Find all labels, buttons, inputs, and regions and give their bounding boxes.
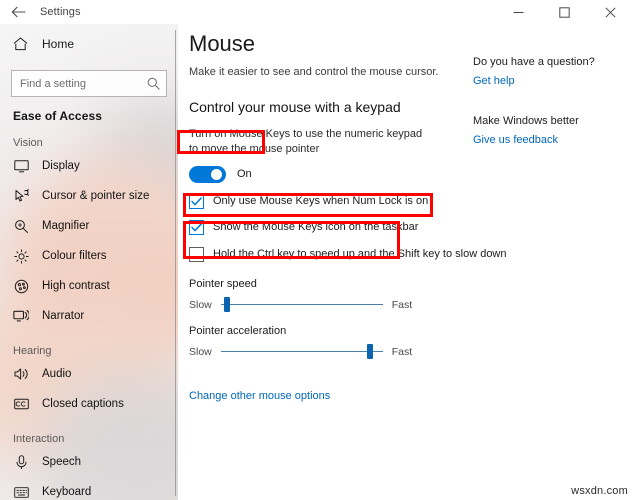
sidebar-item-speech[interactable]: Speech xyxy=(0,447,178,477)
closed-captions-icon xyxy=(13,396,29,412)
sidebar-group-title-vision: Vision xyxy=(13,137,43,149)
search-box[interactable] xyxy=(11,70,167,97)
page-title: Mouse xyxy=(189,31,256,56)
section-description: Turn on Mouse Keys to use the numeric ke… xyxy=(189,128,423,156)
title-bar: Settings xyxy=(0,0,633,24)
checkbox-label: Hold the Ctrl key to speed up and the Sh… xyxy=(213,248,507,261)
cursor-pointer-icon xyxy=(13,188,29,204)
checkbox-row-taskbar-icon[interactable]: Show the Mouse Keys icon on the taskbar xyxy=(189,219,469,235)
window-content: Home Ease of Access xyxy=(0,24,633,500)
display-icon xyxy=(13,158,29,174)
sidebar-home-label: Home xyxy=(42,37,75,51)
main-pane: Mouse Make it easier to see and control … xyxy=(178,24,633,500)
sidebar-category-title: Ease of Access xyxy=(13,109,103,123)
minimize-icon[interactable] xyxy=(495,0,541,24)
section-heading: Control your mouse with a keypad xyxy=(189,99,401,116)
window-controls xyxy=(495,0,633,24)
speech-icon xyxy=(13,454,29,470)
back-arrow-icon[interactable] xyxy=(10,4,26,20)
search-input[interactable] xyxy=(20,77,147,90)
settings-window: Settings Home Find a setting Ease of Acc… xyxy=(0,0,633,500)
title-bar-drag-region[interactable] xyxy=(188,0,495,24)
sidebar-item-label: Closed captions xyxy=(42,398,124,410)
sidebar-item-label: Keyboard xyxy=(42,486,92,498)
give-us-feedback-link[interactable]: Give us feedback xyxy=(473,134,558,146)
sidebar-item-label: Speech xyxy=(42,456,82,468)
toggle-knob xyxy=(211,168,222,180)
pointer-speed-title: Pointer speed xyxy=(189,277,257,290)
get-help-link[interactable]: Get help xyxy=(473,75,515,87)
search-container xyxy=(0,58,178,97)
sidebar-item-audio[interactable]: Audio xyxy=(0,359,178,389)
help-group: Do you have a question? Get help xyxy=(473,56,633,89)
sidebar-group-title-interaction: Interaction xyxy=(13,433,65,445)
checkbox-ctrl-shift[interactable] xyxy=(189,246,204,262)
pointer-speed-slider[interactable] xyxy=(220,297,383,313)
checkbox-row-num-lock[interactable]: Only use Mouse Keys when Num Lock is on xyxy=(189,193,469,209)
audio-icon xyxy=(13,366,29,382)
slider-thumb[interactable] xyxy=(224,297,231,313)
pointer-acceleration-row: Slow Fast xyxy=(189,344,469,360)
sidebar-item-label: High contrast xyxy=(42,280,110,292)
sidebar-item-home[interactable]: Home xyxy=(0,30,178,58)
title-bar-left: Settings xyxy=(0,0,188,24)
sidebar: Home Ease of Access xyxy=(0,24,178,500)
sidebar-item-display[interactable]: Display xyxy=(0,151,178,181)
keyboard-icon xyxy=(13,484,29,500)
pointer-acceleration-block: Pointer acceleration Slow Fast xyxy=(189,325,469,360)
pointer-speed-row: Slow Fast xyxy=(189,297,469,313)
mouse-keys-toggle-row: On xyxy=(189,165,469,183)
sidebar-item-label: Audio xyxy=(42,368,72,380)
sidebar-item-high-contrast[interactable]: High contrast xyxy=(0,271,178,301)
main-content-column: Mouse Make it easier to see and control … xyxy=(178,24,507,500)
change-other-mouse-options-link[interactable]: Change other mouse options xyxy=(189,390,330,402)
feedback-group: Make Windows better Give us feedback xyxy=(473,115,633,148)
colour-filters-icon xyxy=(13,248,29,264)
checkbox-num-lock[interactable] xyxy=(189,193,204,209)
sidebar-item-colour-filters[interactable]: Colour filters xyxy=(0,241,178,271)
checkbox-label: Only use Mouse Keys when Num Lock is on xyxy=(213,195,429,208)
slider-track xyxy=(220,304,383,306)
sidebar-item-label: Cursor & pointer size xyxy=(42,190,150,202)
sidebar-item-keyboard[interactable]: Keyboard xyxy=(0,477,178,500)
sidebar-scrollbar[interactable] xyxy=(175,30,176,496)
pointer-acceleration-min-label: Slow xyxy=(189,345,212,358)
pointer-speed-max-label: Fast xyxy=(391,298,413,311)
checkbox-taskbar-icon[interactable] xyxy=(189,219,204,235)
watermark: wsxdn.com xyxy=(571,485,628,497)
app-title: Settings xyxy=(40,6,81,18)
mouse-keys-toggle-label: On xyxy=(237,168,252,181)
sidebar-item-label: Display xyxy=(42,160,80,172)
pointer-acceleration-title: Pointer acceleration xyxy=(189,324,287,337)
close-icon[interactable] xyxy=(587,0,633,24)
sidebar-item-label: Magnifier xyxy=(42,220,90,232)
make-windows-better-heading: Make Windows better xyxy=(473,115,579,127)
pointer-acceleration-max-label: Fast xyxy=(391,345,413,358)
pointer-speed-min-label: Slow xyxy=(189,298,212,311)
sidebar-group-title-hearing: Hearing xyxy=(13,345,52,357)
pointer-speed-block: Pointer speed Slow Fast xyxy=(189,278,469,313)
home-icon xyxy=(12,36,28,52)
sidebar-item-closed-captions[interactable]: Closed captions xyxy=(0,389,178,419)
pointer-acceleration-slider[interactable] xyxy=(220,344,383,360)
sidebar-item-magnifier[interactable]: Magnifier xyxy=(0,211,178,241)
slider-thumb[interactable] xyxy=(366,344,373,360)
sidebar-inner: Home Ease of Access xyxy=(0,24,178,500)
sidebar-item-label: Colour filters xyxy=(42,250,107,262)
checkbox-label: Show the Mouse Keys icon on the taskbar xyxy=(213,221,419,234)
maximize-icon[interactable] xyxy=(541,0,587,24)
sidebar-item-narrator[interactable]: Narrator xyxy=(0,301,178,331)
high-contrast-icon xyxy=(13,278,29,294)
right-info-panel: Do you have a question? Get help Make Wi… xyxy=(469,24,633,500)
slider-track xyxy=(220,351,383,353)
sidebar-item-cursor-pointer-size[interactable]: Cursor & pointer size xyxy=(0,181,178,211)
narrator-icon xyxy=(13,310,29,322)
page-subtitle: Make it easier to see and control the mo… xyxy=(189,66,439,79)
magnifier-icon xyxy=(13,218,29,234)
sidebar-item-label: Narrator xyxy=(42,310,85,322)
mouse-keys-toggle[interactable] xyxy=(189,165,226,183)
question-heading: Do you have a question? xyxy=(473,56,595,68)
checkbox-row-ctrl-shift[interactable]: Hold the Ctrl key to speed up and the Sh… xyxy=(189,246,507,262)
search-icon[interactable] xyxy=(147,77,160,90)
